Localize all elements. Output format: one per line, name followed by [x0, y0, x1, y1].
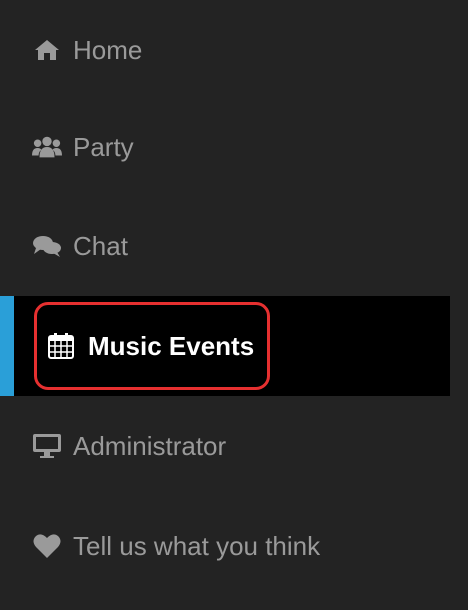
home-icon	[32, 35, 62, 65]
sidebar-item-feedback[interactable]: Tell us what you think	[0, 496, 450, 596]
users-icon	[32, 132, 62, 162]
sidebar-item-home[interactable]: Home	[0, 0, 450, 100]
monitor-icon	[32, 431, 62, 461]
sidebar-item-label: Home	[73, 34, 143, 65]
sidebar-item-label: Administrator	[73, 430, 227, 461]
heart-icon	[32, 531, 62, 561]
sidebar-item-party[interactable]: Party	[0, 97, 450, 197]
active-indicator	[0, 296, 14, 396]
sidebar-item-label: Tell us what you think	[73, 530, 321, 561]
sidebar-item-administrator[interactable]: Administrator	[0, 396, 450, 496]
highlight-outline	[34, 302, 270, 390]
sidebar-nav: Home Party Chat Music Events Administrat…	[0, 0, 468, 610]
sidebar-item-chat[interactable]: Chat	[0, 196, 450, 296]
sidebar-item-label: Chat	[73, 230, 128, 261]
sidebar-item-music-events[interactable]: Music Events	[0, 296, 450, 396]
chat-icon	[32, 231, 62, 261]
sidebar-item-label: Party	[73, 131, 134, 162]
